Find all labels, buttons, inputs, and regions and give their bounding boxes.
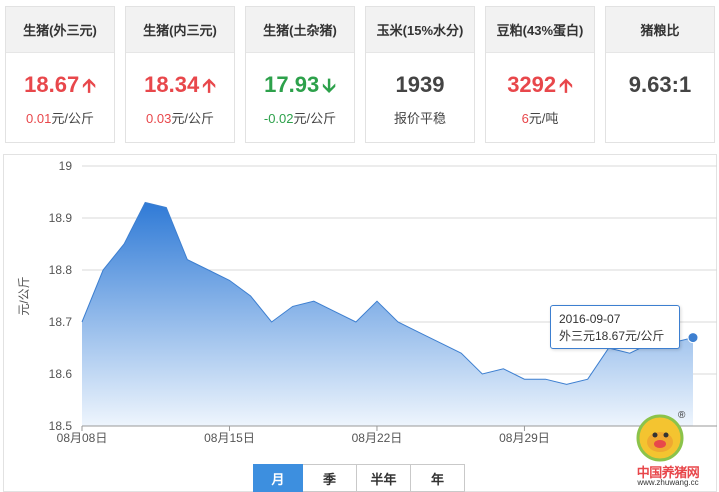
card-pig-grain-ratio[interactable]: 猪粮比 9.63:1 xyxy=(605,6,715,143)
registered-mark: ® xyxy=(678,410,686,421)
card-value: 18.67 🡩 xyxy=(24,72,96,97)
price-cards: 生猪(外三元) 18.67 🡩 0.01元/公斤 生猪(内三元) 18.34 🡩 0… xyxy=(0,0,719,150)
y-tick-label: 18.9 xyxy=(49,211,73,225)
price-chart-panel: 19 18.9 18.8 18.7 18.6 18.5 08月08日 08月15日 08月22日… xyxy=(3,154,717,492)
range-tabs: 月 季 半年 年 xyxy=(253,464,465,492)
y-tick-label: 18.6 xyxy=(49,367,73,381)
tab-half-year[interactable]: 半年 xyxy=(357,464,411,492)
card-change: -0.02元/公斤 xyxy=(263,111,337,126)
card-pig-waisanyuan[interactable]: 生猪(外三元) 18.67 🡩 0.01元/公斤 xyxy=(5,6,115,143)
y-tick-label: 18.8 xyxy=(49,263,73,277)
tab-year[interactable]: 年 xyxy=(411,464,465,492)
card-title: 猪粮比 xyxy=(606,7,714,53)
arrow-up-icon: 🡩 xyxy=(82,76,96,97)
x-tick-label: 08月15日 xyxy=(204,431,255,445)
tab-month[interactable]: 月 xyxy=(253,464,303,492)
x-tick-label: 08月08日 xyxy=(57,431,108,445)
arrow-up-icon: 🡩 xyxy=(202,76,216,97)
pig-mascot-icon xyxy=(636,414,684,462)
y-axis-label: 元/公斤 xyxy=(17,276,31,315)
card-change: 报价平稳 xyxy=(393,111,446,126)
card-title: 生猪(内三元) xyxy=(126,7,234,53)
card-change: 6元/吨 xyxy=(521,111,559,126)
card-value: 9.63:1 xyxy=(628,72,692,97)
card-value: 17.93 🡫 xyxy=(264,72,336,97)
card-change: 0.01元/公斤 xyxy=(26,111,94,126)
chart-tooltip: 2016-09-07 外三元18.67元/公斤 xyxy=(550,305,680,349)
card-title: 生猪(外三元) xyxy=(6,7,114,53)
card-title: 豆粕(43%蛋白) xyxy=(486,7,594,53)
arrow-down-icon: 🡫 xyxy=(322,76,336,97)
card-corn[interactable]: 玉米(15%水分) 1939 报价平稳 xyxy=(365,6,475,143)
site-logo[interactable]: ® 中国养猪网 www.zhuwang.cc xyxy=(620,410,716,490)
tooltip-date: 2016-09-07 xyxy=(559,312,621,326)
card-value: 1939 xyxy=(395,72,445,97)
tooltip-label: 外三元18.67元/公斤 xyxy=(559,329,665,343)
card-soybean-meal[interactable]: 豆粕(43%蛋白) 3292 🡩 6元/吨 xyxy=(485,6,595,143)
x-tick-label: 08月22日 xyxy=(352,431,403,445)
card-value: 18.34 🡩 xyxy=(144,72,216,97)
arrow-up-icon: 🡩 xyxy=(559,76,573,97)
logo-url: www.zhuwang.cc xyxy=(637,478,699,487)
card-title: 生猪(土杂猪) xyxy=(246,7,354,53)
tab-quarter[interactable]: 季 xyxy=(303,464,357,492)
card-change: 0.03元/公斤 xyxy=(146,111,214,126)
x-tick-label: 08月29日 xyxy=(499,431,550,445)
highlighted-point xyxy=(687,332,699,344)
card-value: 3292 🡩 xyxy=(507,72,573,97)
card-pig-tuzazhu[interactable]: 生猪(土杂猪) 17.93 🡫 -0.02元/公斤 xyxy=(245,6,355,143)
card-title: 玉米(15%水分) xyxy=(366,7,474,53)
y-tick-label: 18.7 xyxy=(49,315,73,329)
card-pig-neisanyuan[interactable]: 生猪(内三元) 18.34 🡩 0.03元/公斤 xyxy=(125,6,235,143)
y-tick-label: 19 xyxy=(59,159,73,173)
